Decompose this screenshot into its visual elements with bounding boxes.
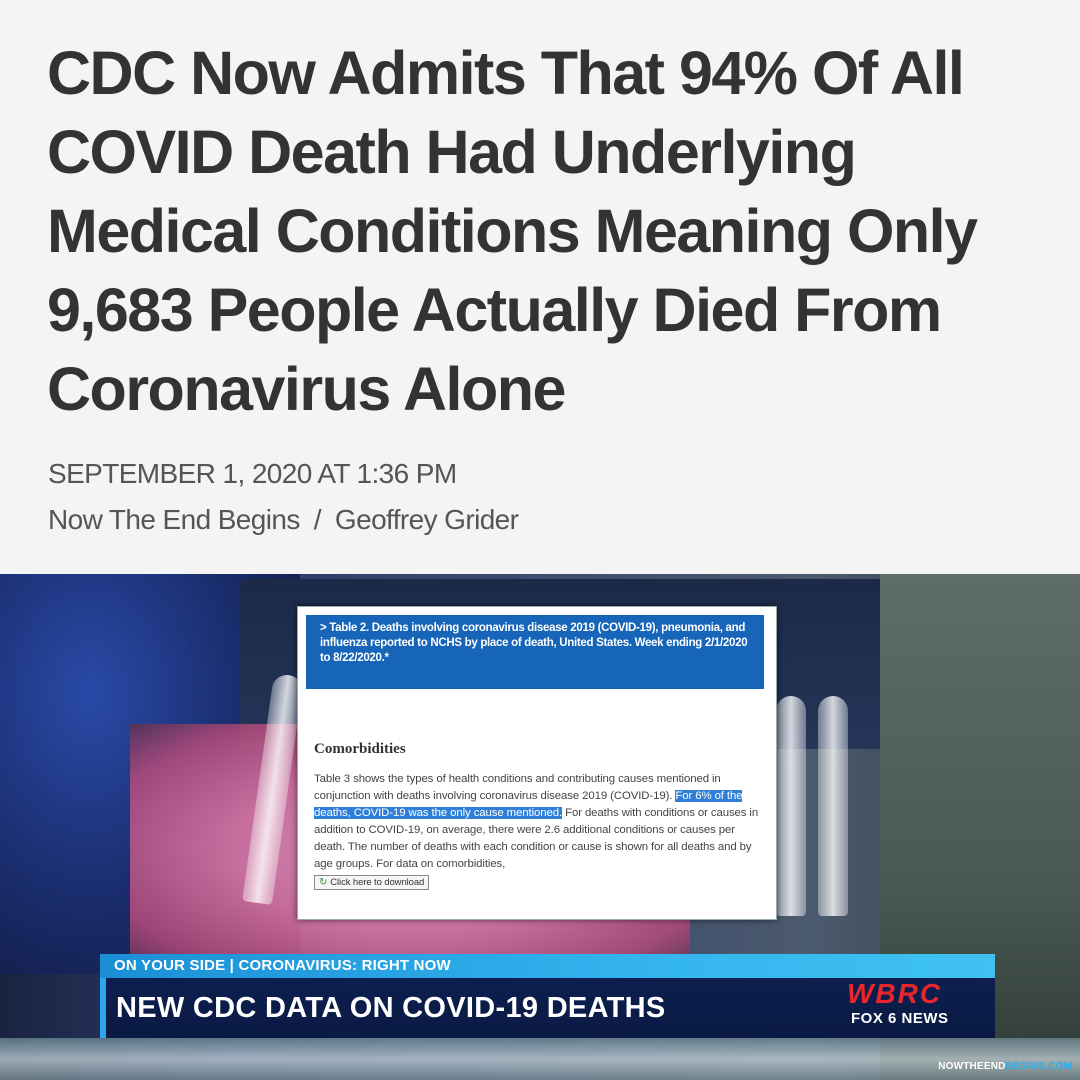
comorbidities-heading: Comorbidities [314,741,406,757]
byline-separator: / [313,504,322,535]
site-watermark: NOWTHEENDBEGINS.COM [938,1061,1072,1072]
comorbidities-text: Table 3 shows the types of health condit… [314,771,764,891]
article-date: SEPTEMBER 1, 2020 AT 1:36 PM [48,458,457,489]
station-call-letters: WBRC [847,978,943,1009]
lower-third-kicker: ON YOUR SIDE | CORONAVIRUS: RIGHT NOW [100,954,995,978]
article-header: CDC Now Admits That 94% Of All COVID Dea… [0,0,1080,574]
article-headline: CDC Now Admits That 94% Of All COVID Dea… [47,39,978,423]
lower-third-headline: NEW CDC DATA ON COVID-19 DEATHS [100,978,835,1038]
news-video-still: > Table 2. Deaths involving coronavirus … [0,574,1080,1080]
source-link[interactable]: Now The End Begins [48,504,300,536]
pipette-tip [776,696,806,916]
pipette-tip [818,696,848,916]
author-link[interactable]: Geoffrey Grider [335,504,519,536]
table-banner: > Table 2. Deaths involving coronavirus … [306,615,764,689]
download-label: Click here to download [330,877,425,888]
station-network: FOX 6 NEWS [851,1010,949,1027]
rack-foreground [0,1038,1080,1080]
download-link[interactable]: ↻ Click here to download [314,875,430,890]
body-text-start: Table 3 shows the types of health condit… [314,773,721,802]
watermark-text: NOWTHEEND [938,1061,1006,1072]
cdc-document-card: > Table 2. Deaths involving coronavirus … [297,606,777,920]
refresh-icon: ↻ [319,877,328,888]
station-logo: WBRC FOX 6 NEWS [835,978,995,1038]
byline: Now The End Begins / Geoffrey Grider [48,504,519,536]
watermark-accent: BEGINS.COM [1005,1061,1072,1072]
